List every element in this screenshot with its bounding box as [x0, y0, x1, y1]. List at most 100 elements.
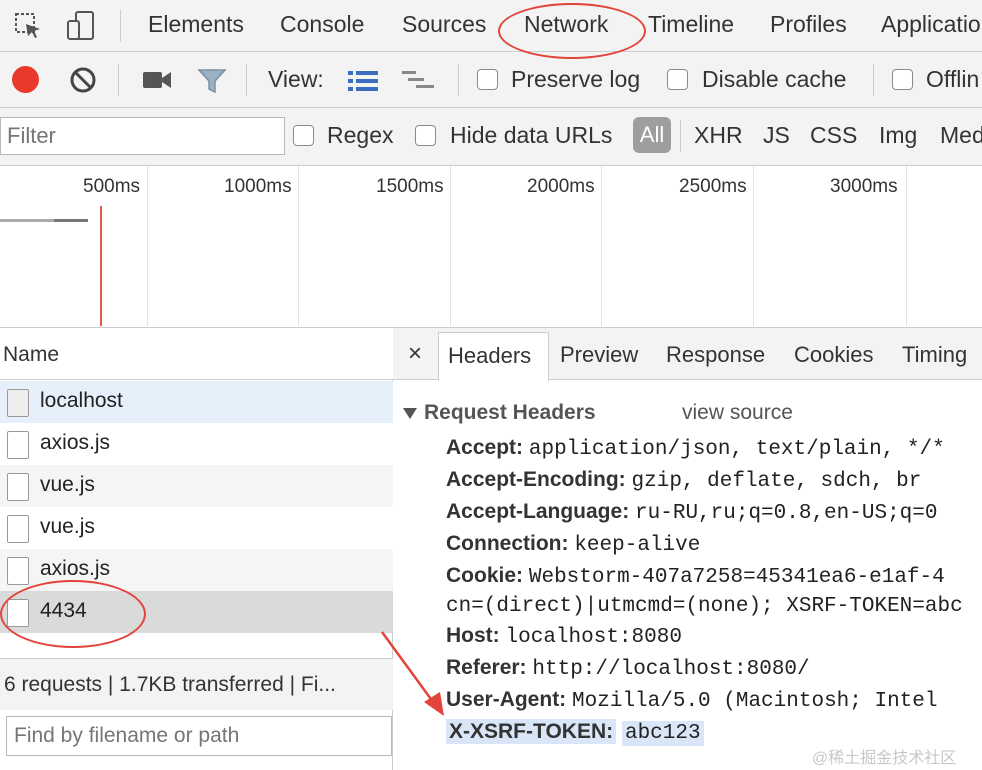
- header-key: Accept-Language:: [446, 500, 630, 523]
- header-key-highlighted: X-XSRF-TOKEN:: [446, 719, 617, 744]
- tick-gridline: [450, 166, 451, 326]
- timeline-overview[interactable]: 500ms 1000ms 1500ms 2000ms 2500ms 3000ms: [0, 166, 982, 328]
- request-name: vue.js: [40, 473, 95, 496]
- disable-cache-label[interactable]: Disable cache: [702, 66, 846, 93]
- header-value: http://localhost:8080/: [532, 658, 810, 681]
- request-row[interactable]: localhost: [0, 381, 393, 423]
- header-row-connection: Connection: keep-alive: [446, 532, 700, 557]
- capture-screenshots-icon[interactable]: [142, 69, 172, 96]
- tab-timeline[interactable]: Timeline: [648, 11, 734, 38]
- collapse-triangle-icon[interactable]: [403, 407, 417, 425]
- filter-js[interactable]: JS: [763, 122, 790, 149]
- filter-all[interactable]: All: [633, 117, 671, 153]
- tab-cookies[interactable]: Cookies: [794, 342, 873, 368]
- tab-preview[interactable]: Preview: [560, 342, 638, 368]
- tab-sources[interactable]: Sources: [402, 11, 486, 38]
- large-rows-icon[interactable]: [348, 70, 378, 97]
- filter-media[interactable]: Med: [940, 122, 982, 149]
- tick-label: 2500ms: [679, 176, 747, 197]
- record-button[interactable]: [12, 66, 39, 93]
- request-headers-title[interactable]: Request Headers: [424, 401, 596, 425]
- header-row-referer: Referer: http://localhost:8080/: [446, 656, 810, 681]
- regex-checkbox[interactable]: [293, 125, 314, 146]
- header-row-user-agent: User-Agent: Mozilla/5.0 (Macintosh; Inte…: [446, 688, 938, 713]
- file-icon: [7, 473, 29, 501]
- header-value: cn=(direct)|utmcmd=(none); XSRF-TOKEN=ab…: [446, 595, 963, 618]
- file-icon: [7, 557, 29, 585]
- name-column-label: Name: [3, 343, 60, 366]
- request-bar: [54, 219, 88, 222]
- divider: [873, 64, 874, 96]
- status-summary: 6 requests | 1.7KB transferred | Fi...: [0, 658, 393, 710]
- name-column-header[interactable]: Name: [0, 328, 393, 380]
- inspect-element-icon[interactable]: [14, 12, 42, 45]
- regex-label[interactable]: Regex: [327, 122, 393, 149]
- file-icon: [7, 515, 29, 543]
- waterfall-overview-icon[interactable]: [402, 70, 434, 95]
- header-row-accept: Accept: application/json, text/plain, */…: [446, 436, 945, 461]
- divider: [680, 120, 681, 152]
- header-row-x-xsrf-token: X-XSRF-TOKEN: abc123: [446, 719, 704, 746]
- view-source-link[interactable]: view source: [682, 401, 793, 425]
- tick-label: 500ms: [83, 176, 141, 197]
- annotation-arrow: [380, 631, 444, 716]
- header-key: Connection:: [446, 532, 569, 555]
- network-toolbar: View: Preserve log Disable cache Offlin: [0, 52, 982, 108]
- find-input[interactable]: [6, 716, 392, 756]
- filter-input[interactable]: [0, 117, 285, 155]
- header-row-host: Host: localhost:8080: [446, 624, 682, 649]
- filter-css[interactable]: CSS: [810, 122, 857, 149]
- tab-timing[interactable]: Timing: [902, 342, 967, 368]
- filter-funnel-icon[interactable]: [197, 67, 227, 100]
- request-name: vue.js: [40, 515, 95, 538]
- divider: [118, 64, 119, 96]
- tab-console[interactable]: Console: [280, 11, 364, 38]
- divider: [120, 10, 121, 42]
- document-icon: [7, 389, 29, 417]
- header-value: localhost:8080: [505, 626, 682, 649]
- filter-bar: Regex Hide data URLs XHR JS CSS Img Med: [0, 108, 982, 166]
- filter-img[interactable]: Img: [879, 122, 917, 149]
- header-value-highlighted: abc123: [621, 721, 704, 746]
- device-toolbar-icon[interactable]: [66, 10, 96, 47]
- offline-checkbox[interactable]: [892, 69, 913, 90]
- hide-data-urls-label[interactable]: Hide data URLs: [450, 122, 612, 149]
- request-row[interactable]: vue.js: [0, 507, 393, 549]
- offline-label[interactable]: Offlin: [926, 66, 979, 93]
- request-row[interactable]: vue.js: [0, 465, 393, 507]
- tick-label: 1500ms: [376, 176, 444, 197]
- tick-gridline: [601, 166, 602, 326]
- request-name: localhost: [40, 389, 123, 412]
- hide-data-urls-checkbox[interactable]: [415, 125, 436, 146]
- tab-headers-label: Headers: [448, 343, 532, 368]
- file-icon: [7, 431, 29, 459]
- preserve-log-checkbox[interactable]: [477, 69, 498, 90]
- tab-elements[interactable]: Elements: [148, 11, 244, 38]
- preserve-log-label[interactable]: Preserve log: [511, 66, 640, 93]
- tab-application[interactable]: Applicatio: [881, 11, 981, 38]
- tick-label: 3000ms: [830, 176, 898, 197]
- tab-headers[interactable]: Headers: [438, 332, 549, 381]
- devtools-tab-bar: Elements Console Sources Network Timelin…: [0, 0, 982, 52]
- header-value: ru-RU,ru;q=0.8,en-US;q=0: [635, 502, 938, 525]
- header-value: keep-alive: [574, 534, 701, 557]
- tick-gridline: [147, 166, 148, 326]
- watermark: @稀土掘金技术社区: [812, 750, 957, 767]
- header-key: Accept:: [446, 436, 524, 459]
- request-details-pane: × Headers Preview Response Cookies Timin…: [393, 328, 982, 770]
- tick-gridline: [906, 166, 907, 326]
- tab-response[interactable]: Response: [666, 342, 765, 368]
- close-details-button[interactable]: ×: [408, 340, 422, 368]
- header-row-cookie-continued: cn=(direct)|utmcmd=(none); XSRF-TOKEN=ab…: [446, 593, 963, 618]
- disable-cache-checkbox[interactable]: [667, 69, 688, 90]
- header-value: Mozilla/5.0 (Macintosh; Intel: [572, 690, 938, 713]
- tick-gridline: [298, 166, 299, 326]
- header-value: Webstorm-407a7258=45341ea6-e1af-4: [528, 566, 945, 589]
- tick-label: 1000ms: [224, 176, 292, 197]
- filter-xhr[interactable]: XHR: [694, 122, 743, 149]
- request-row[interactable]: axios.js: [0, 423, 393, 465]
- clear-icon[interactable]: [69, 66, 97, 99]
- header-value: gzip, deflate, sdch, br: [631, 470, 922, 493]
- details-tab-bar: × Headers Preview Response Cookies Timin…: [393, 328, 982, 381]
- tab-profiles[interactable]: Profiles: [770, 11, 847, 38]
